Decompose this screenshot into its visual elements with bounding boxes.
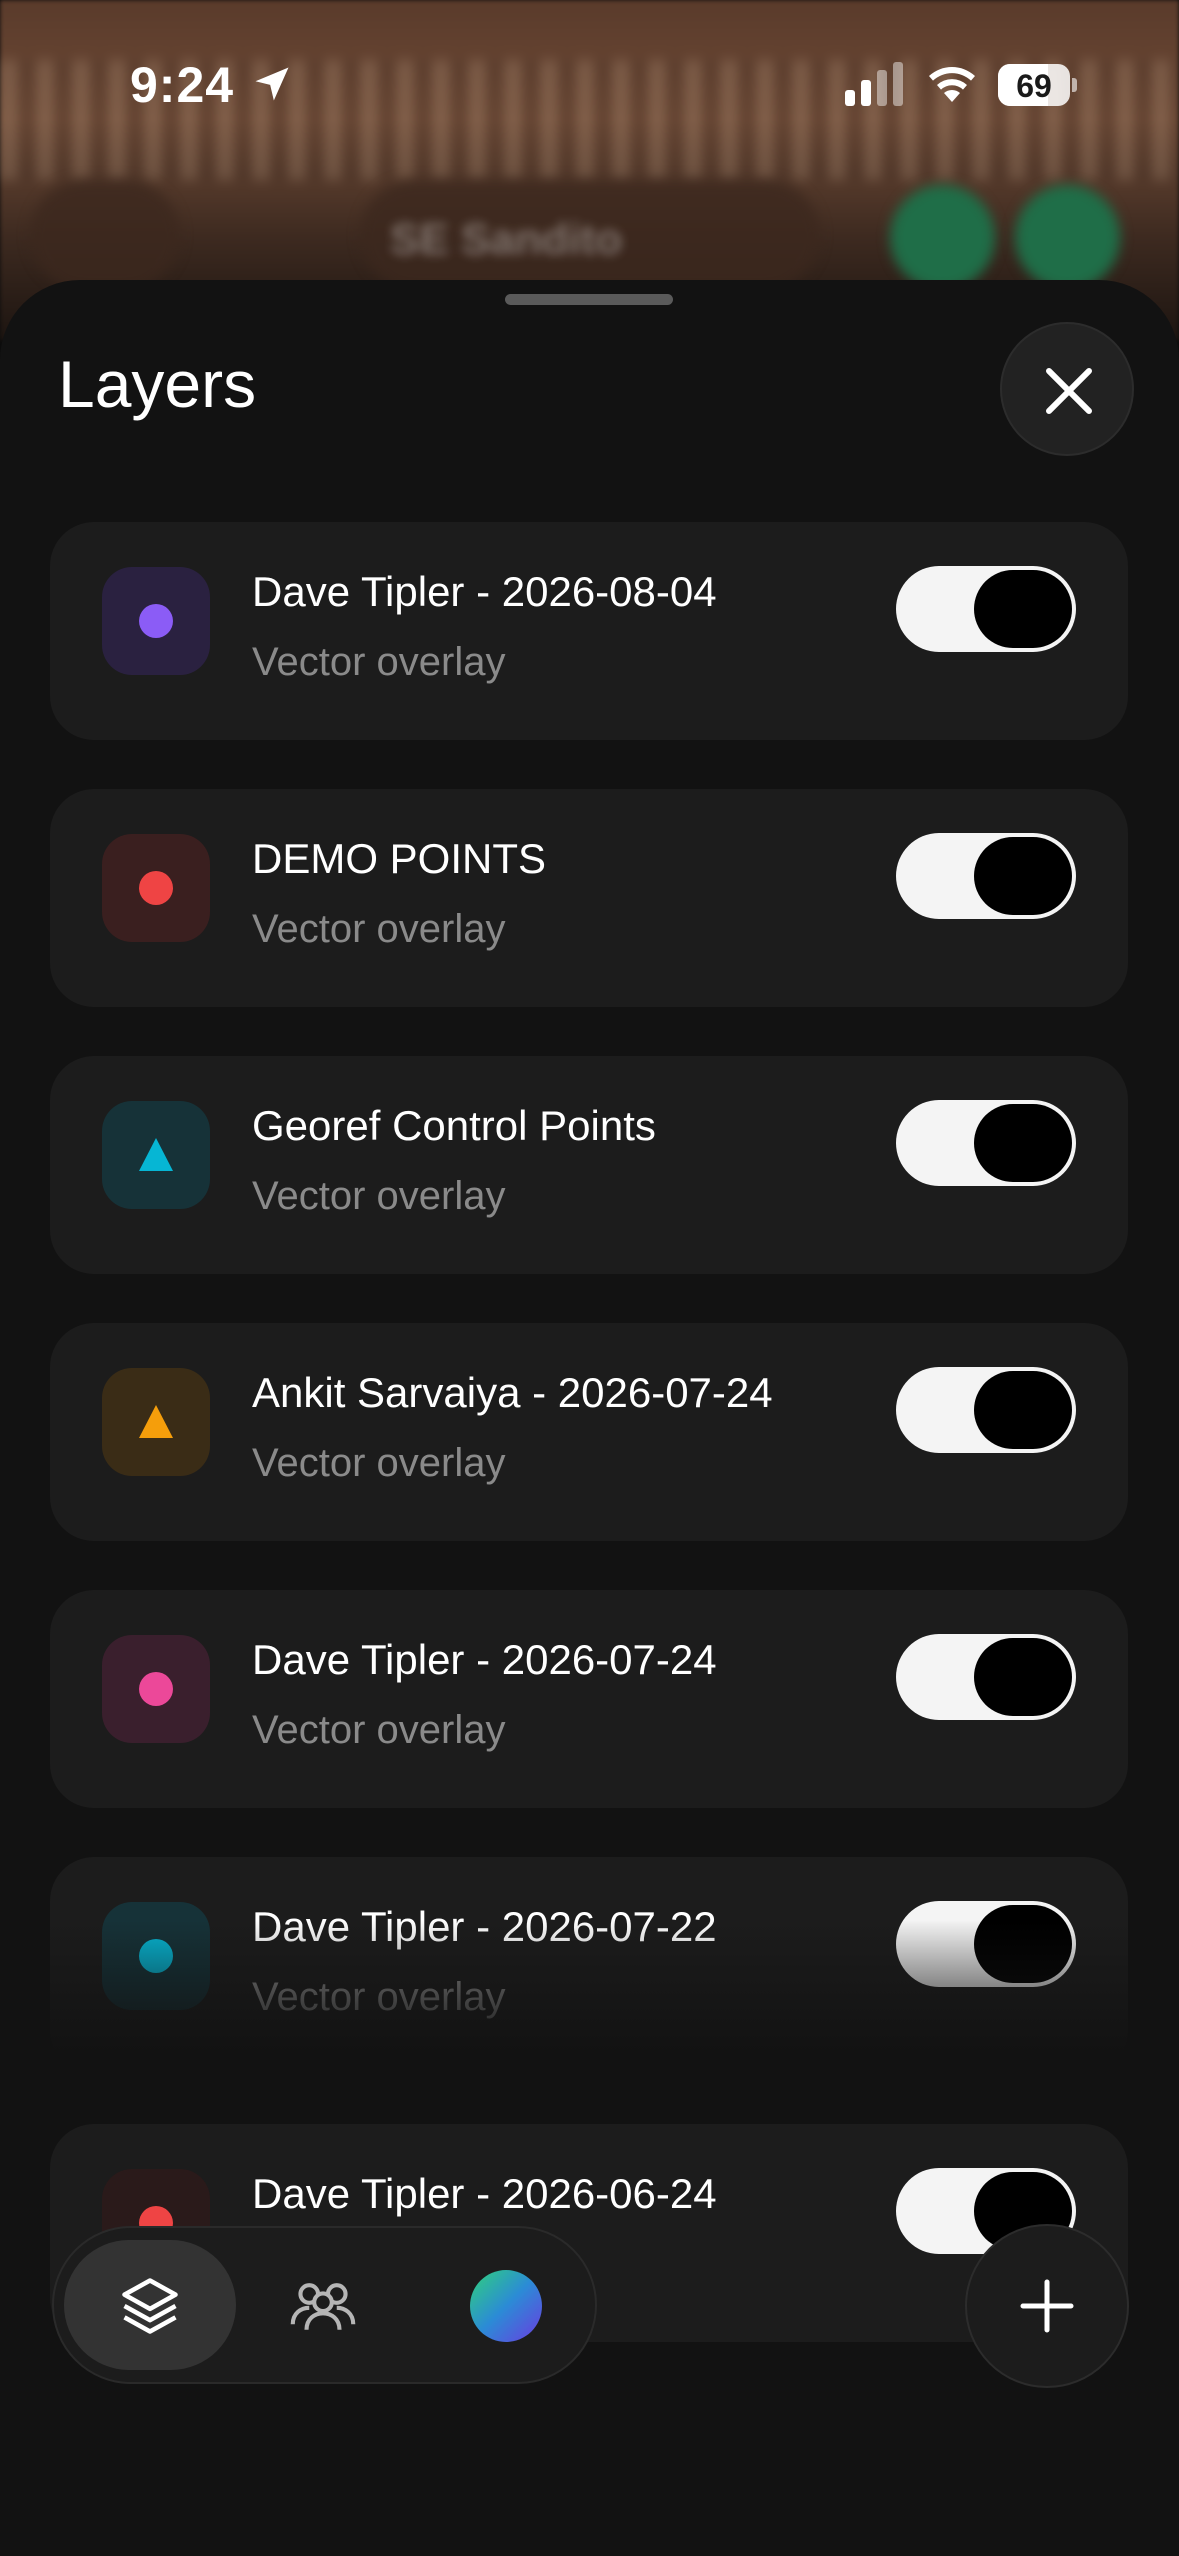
layer-style-swatch[interactable]: [102, 1368, 210, 1476]
map-action-1: [890, 185, 995, 290]
layer-style-swatch[interactable]: [102, 834, 210, 942]
map-title: SE Sandito: [390, 215, 623, 264]
layer-name: DEMO POINTS: [252, 835, 547, 882]
layer-type: Vector overlay: [252, 907, 506, 951]
layer-card[interactable]: Georef Control Points Vector overlay: [50, 1056, 1128, 1274]
toggle-knob: [974, 570, 1072, 648]
layer-visibility-toggle[interactable]: [896, 1367, 1076, 1453]
list-fade: [0, 1920, 1179, 2080]
layer-name: Dave Tipler - 2026-06-24: [252, 2170, 717, 2217]
tab-profile[interactable]: [410, 2240, 582, 2370]
layer-type: Vector overlay: [252, 1708, 506, 1752]
layer-name: Dave Tipler - 2026-07-24: [252, 1636, 717, 1683]
cellular-signal-icon: [845, 62, 903, 106]
avatar: [470, 2270, 542, 2342]
layer-type: Vector overlay: [252, 640, 506, 684]
layer-visibility-toggle[interactable]: [896, 566, 1076, 652]
layer-card[interactable]: Ankit Sarvaiya - 2026-07-24 Vector overla…: [50, 1323, 1128, 1541]
circle-marker-icon: [139, 604, 173, 638]
sheet-grabber[interactable]: [505, 294, 673, 305]
layer-style-swatch[interactable]: [102, 1635, 210, 1743]
layer-style-swatch[interactable]: [102, 1101, 210, 1209]
location-arrow-icon: [255, 67, 289, 101]
status-time: 9:24: [130, 57, 235, 113]
bottom-tab-bar: [52, 2226, 597, 2384]
layer-style-swatch[interactable]: [102, 567, 210, 675]
close-icon: [1046, 368, 1092, 414]
status-bar: 9:24 69: [0, 0, 1179, 170]
layer-name: Dave Tipler - 2026-08-04: [252, 568, 717, 615]
sheet-title: Layers: [58, 347, 257, 421]
users-icon: [290, 2283, 356, 2330]
toggle-knob: [974, 837, 1072, 915]
layer-card[interactable]: DEMO POINTS Vector overlay: [50, 789, 1128, 1007]
triangle-marker-icon: [139, 1138, 173, 1171]
layer-type: Vector overlay: [252, 1441, 506, 1485]
layers-icon: [122, 2278, 178, 2334]
tab-layers[interactable]: [64, 2240, 236, 2370]
map-action-2: [1015, 185, 1120, 290]
layers-list[interactable]: Dave Tipler - 2026-08-04 Vector overlay DE…: [50, 522, 1130, 2462]
toggle-knob: [974, 1104, 1072, 1182]
tab-users[interactable]: [237, 2240, 409, 2370]
circle-marker-icon: [139, 1672, 173, 1706]
layer-name: Ankit Sarvaiya - 2026-07-24: [252, 1369, 773, 1416]
battery-icon: 69: [998, 64, 1077, 108]
circle-marker-icon: [139, 871, 173, 905]
layers-sheet: Layers Dave Tipler - 2026-08-04 Vector ov…: [0, 280, 1179, 2556]
add-layer-button[interactable]: [965, 2224, 1129, 2388]
map-back-button: [30, 180, 180, 290]
layer-type: Vector overlay: [252, 1174, 506, 1218]
wifi-icon: [929, 67, 975, 102]
layer-name: Georef Control Points: [252, 1102, 656, 1149]
layer-visibility-toggle[interactable]: [896, 1100, 1076, 1186]
toggle-knob: [974, 1638, 1072, 1716]
layer-visibility-toggle[interactable]: [896, 1634, 1076, 1720]
plus-icon: [1020, 2279, 1074, 2333]
layer-card[interactable]: Dave Tipler - 2026-07-24 Vector overlay: [50, 1590, 1128, 1808]
layer-visibility-toggle[interactable]: [896, 833, 1076, 919]
layer-card[interactable]: Dave Tipler - 2026-08-04 Vector overlay: [50, 522, 1128, 740]
triangle-marker-icon: [139, 1405, 173, 1438]
close-button[interactable]: [1000, 322, 1134, 456]
toggle-knob: [974, 1371, 1072, 1449]
battery-percentage: 69: [1016, 68, 1052, 104]
